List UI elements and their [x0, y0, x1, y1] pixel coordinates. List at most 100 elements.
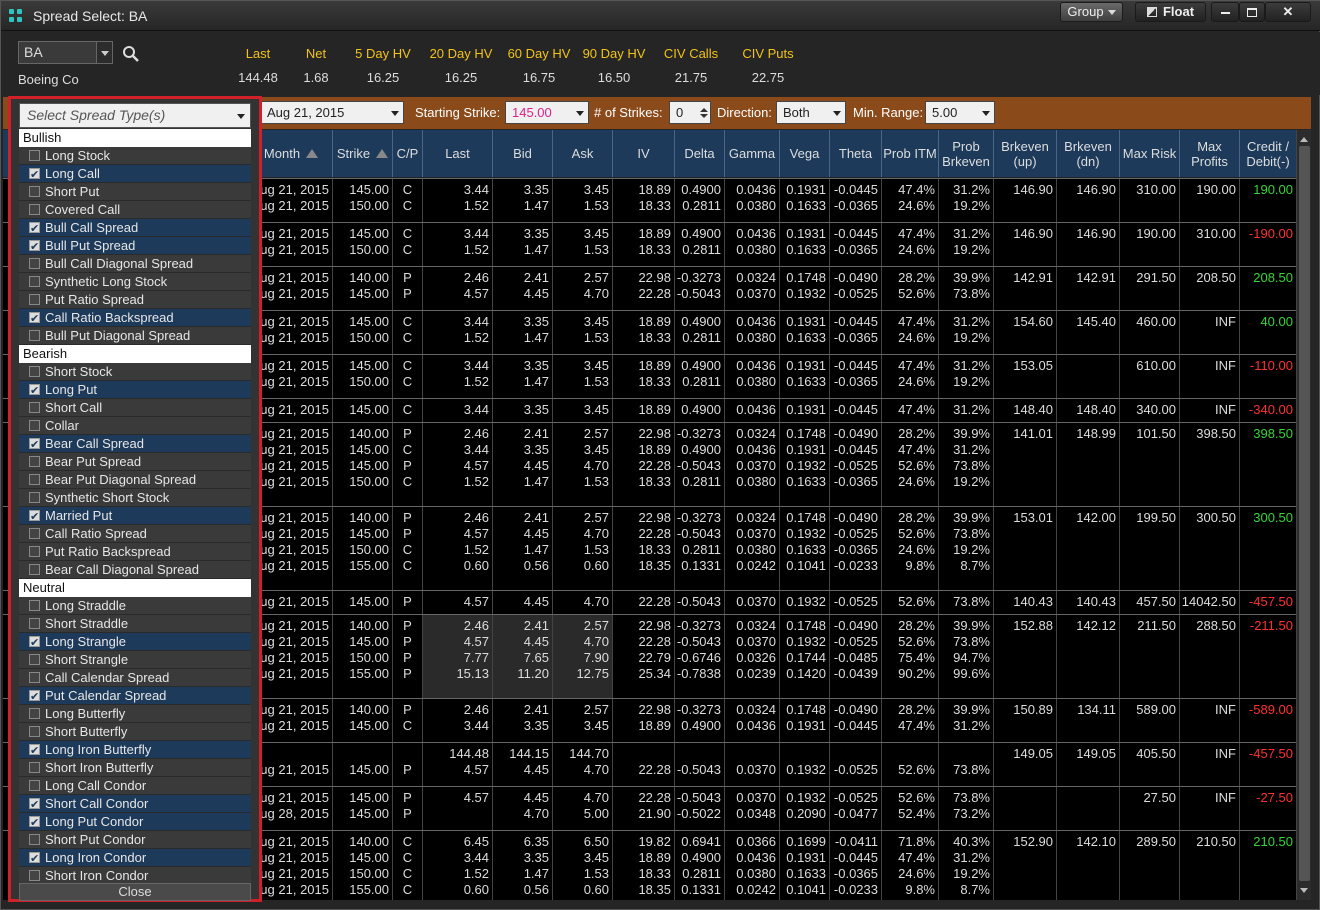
spread-option[interactable]: Long Call Condor [19, 777, 251, 795]
checkbox-icon[interactable] [29, 850, 40, 868]
spread-option[interactable]: Short Call [19, 399, 251, 417]
checkbox-icon[interactable] [29, 238, 40, 256]
spread-option[interactable]: Bear Put Diagonal Spread [19, 471, 251, 489]
checkbox-icon[interactable] [29, 166, 40, 184]
spread-option[interactable]: Short Straddle [19, 615, 251, 633]
spread-option[interactable]: Collar [19, 417, 251, 435]
title-bar[interactable]: Spread Select: BA Group Float ✕ [1, 1, 1320, 31]
checkbox-icon[interactable] [29, 546, 40, 557]
column-header[interactable]: Theta [829, 130, 881, 177]
spread-option[interactable]: Synthetic Short Stock [19, 489, 251, 507]
spread-option[interactable]: Put Ratio Backspread [19, 543, 251, 561]
minimize-button[interactable] [1211, 2, 1239, 22]
checkbox-icon[interactable] [29, 382, 40, 400]
spread-option[interactable]: Short Put [19, 183, 251, 201]
spread-option[interactable]: Put Ratio Spread [19, 291, 251, 309]
num-strikes-stepper[interactable]: 0 [669, 101, 711, 124]
checkbox-icon[interactable] [29, 742, 40, 760]
spread-option[interactable]: Short Stock [19, 363, 251, 381]
column-header[interactable]: IV [612, 130, 674, 177]
spread-option[interactable]: Bull Call Spread [19, 219, 251, 238]
column-header[interactable]: Vega [779, 130, 829, 177]
column-header[interactable]: Prob Brkeven [938, 130, 993, 177]
spread-option[interactable]: Long Strangle [19, 633, 251, 652]
checkbox-icon[interactable] [29, 814, 40, 832]
spread-option[interactable]: Long Butterfly [19, 705, 251, 723]
direction-select[interactable]: Both [776, 101, 846, 124]
column-header[interactable]: Gamma [724, 130, 779, 177]
stepper-down-icon[interactable] [700, 114, 708, 122]
checkbox-icon[interactable] [29, 780, 40, 791]
checkbox-icon[interactable] [29, 276, 40, 287]
column-header[interactable]: Strike [332, 130, 392, 177]
checkbox-icon[interactable] [29, 420, 40, 431]
spread-option[interactable]: Bull Call Diagonal Spread [19, 255, 251, 273]
vertical-scrollbar[interactable] [1296, 130, 1311, 900]
spread-option[interactable]: Long Stock [19, 147, 251, 165]
scroll-down-icon[interactable] [1300, 888, 1308, 897]
float-button[interactable]: Float [1135, 2, 1206, 22]
spread-option[interactable]: Long Put [19, 381, 251, 400]
group-button[interactable]: Group [1060, 2, 1123, 22]
checkbox-icon[interactable] [29, 508, 40, 526]
column-header[interactable]: Delta [674, 130, 724, 177]
checkbox-icon[interactable] [29, 654, 40, 665]
column-header[interactable]: Brkeven (up) [993, 130, 1056, 177]
spread-option[interactable]: Short Strangle [19, 651, 251, 669]
spread-option[interactable]: Bull Put Diagonal Spread [19, 327, 251, 345]
checkbox-icon[interactable] [29, 688, 40, 706]
checkbox-icon[interactable] [29, 330, 40, 341]
spread-option[interactable]: Bear Put Spread [19, 453, 251, 471]
spread-option[interactable]: Call Ratio Spread [19, 525, 251, 543]
checkbox-icon[interactable] [29, 834, 40, 845]
spread-option[interactable]: Long Iron Condor [19, 849, 251, 868]
checkbox-icon[interactable] [29, 150, 40, 161]
column-header[interactable]: Brkeven (dn) [1056, 130, 1119, 177]
search-icon[interactable] [121, 44, 141, 64]
close-window-button[interactable]: ✕ [1265, 2, 1311, 22]
column-header[interactable]: C/P [392, 130, 422, 177]
spread-option[interactable]: Short Call Condor [19, 795, 251, 814]
spread-option[interactable]: Synthetic Long Stock [19, 273, 251, 291]
checkbox-icon[interactable] [29, 726, 40, 737]
column-header[interactable]: Bid [492, 130, 552, 177]
checkbox-icon[interactable] [29, 528, 40, 539]
column-header[interactable]: Credit / Debit(-) [1239, 130, 1296, 177]
spread-option[interactable]: Short Iron Butterfly [19, 759, 251, 777]
spread-option[interactable]: Call Calendar Spread [19, 669, 251, 687]
spread-option[interactable]: Short Put Condor [19, 831, 251, 849]
column-header[interactable]: Ask [552, 130, 612, 177]
symbol-input[interactable]: BA [18, 41, 113, 64]
checkbox-icon[interactable] [29, 186, 40, 197]
spread-option[interactable]: Call Ratio Backspread [19, 309, 251, 328]
checkbox-icon[interactable] [29, 366, 40, 377]
checkbox-icon[interactable] [29, 220, 40, 238]
symbol-dropdown-arrow-icon[interactable] [96, 42, 112, 63]
checkbox-icon[interactable] [29, 436, 40, 454]
min-range-select[interactable]: 5.00 [925, 101, 995, 124]
column-header[interactable]: Last [422, 130, 492, 177]
spread-option[interactable]: Put Calendar Spread [19, 687, 251, 706]
column-header[interactable]: Prob ITM [881, 130, 938, 177]
checkbox-icon[interactable] [29, 708, 40, 719]
maximize-button[interactable] [1239, 2, 1265, 22]
checkbox-icon[interactable] [29, 634, 40, 652]
checkbox-icon[interactable] [29, 618, 40, 629]
spread-option[interactable]: Bear Call Diagonal Spread [19, 561, 251, 579]
stepper-up-icon[interactable] [700, 104, 708, 112]
spread-option[interactable]: Short Butterfly [19, 723, 251, 741]
checkbox-icon[interactable] [29, 456, 40, 467]
checkbox-icon[interactable] [29, 600, 40, 611]
checkbox-icon[interactable] [29, 492, 40, 503]
checkbox-icon[interactable] [29, 258, 40, 269]
expiry-select[interactable]: Aug 21, 2015 [260, 101, 404, 124]
spread-option[interactable]: Covered Call [19, 201, 251, 219]
checkbox-icon[interactable] [29, 762, 40, 773]
checkbox-icon[interactable] [29, 474, 40, 485]
checkbox-icon[interactable] [29, 310, 40, 328]
spread-option[interactable]: Long Straddle [19, 597, 251, 615]
scroll-up-icon[interactable] [1300, 133, 1308, 142]
spread-option[interactable]: Long Call [19, 165, 251, 184]
checkbox-icon[interactable] [29, 204, 40, 215]
sort-triangle-icon[interactable] [306, 149, 319, 158]
